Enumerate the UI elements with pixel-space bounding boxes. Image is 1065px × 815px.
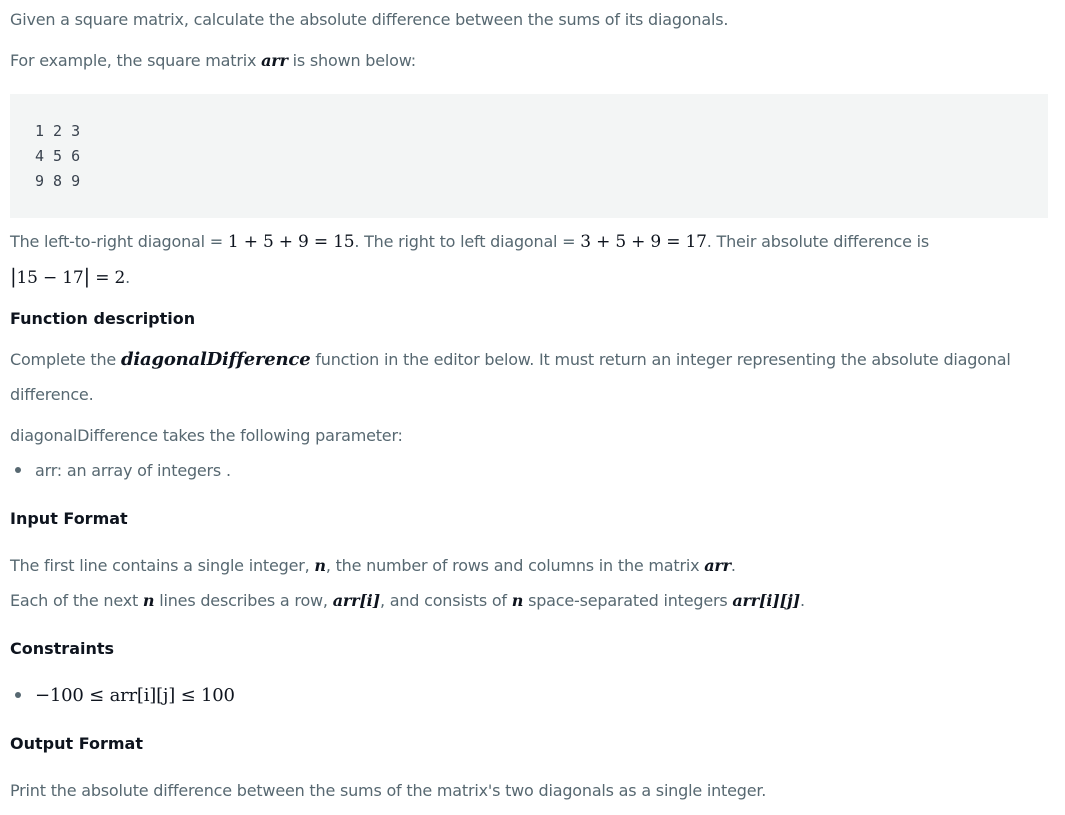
params-intro: diagonalDifference takes the following p…: [10, 426, 403, 445]
function-description-line-2: difference.: [10, 385, 94, 404]
bullet-icon: [15, 691, 21, 698]
function-description-heading: Function description: [10, 309, 196, 328]
param-list-item: arr: an array of integers .: [15, 461, 231, 481]
input-format-line-1: The first line contains a single integer…: [10, 556, 736, 575]
constraint-item: −100 ≤ arr[i][j] ≤ 100: [15, 686, 235, 706]
output-format-heading: Output Format: [10, 734, 143, 753]
explanation-line-2: |15 − 17| = 2.: [10, 264, 130, 288]
rtl-sum-math: 3 + 5 + 9 = 17: [580, 232, 707, 252]
function-description-line-1: Complete the diagonalDifference function…: [10, 349, 1011, 370]
matrix-row-2: 4 5 6: [35, 147, 81, 165]
matrix-code-block: 1 2 3 4 5 6 9 8 9: [10, 94, 1048, 218]
intro-line-1: Given a square matrix, calculate the abs…: [10, 10, 729, 29]
ltr-sum-math: 1 + 5 + 9 = 15: [227, 232, 355, 252]
var-arr: arr: [261, 51, 288, 70]
matrix-row-3: 9 8 9: [35, 172, 81, 190]
abs-diff-math: 15 − 17: [16, 268, 84, 288]
bullet-icon: [15, 466, 21, 473]
input-format-heading: Input Format: [10, 509, 128, 528]
matrix-row-1: 1 2 3: [35, 122, 81, 140]
input-format-line-2: Each of the next n lines describes a row…: [10, 591, 805, 610]
output-format-line-1: Print the absolute difference between th…: [10, 781, 767, 800]
explanation-line-1: The left-to-right diagonal = 1 + 5 + 9 =…: [10, 232, 930, 252]
function-name: diagonalDifference: [120, 349, 311, 370]
constraint-math: −100 ≤ arr[i][j] ≤ 100: [35, 685, 235, 706]
intro-line-2: For example, the square matrix arr is sh…: [10, 51, 416, 70]
constraints-heading: Constraints: [10, 639, 115, 658]
